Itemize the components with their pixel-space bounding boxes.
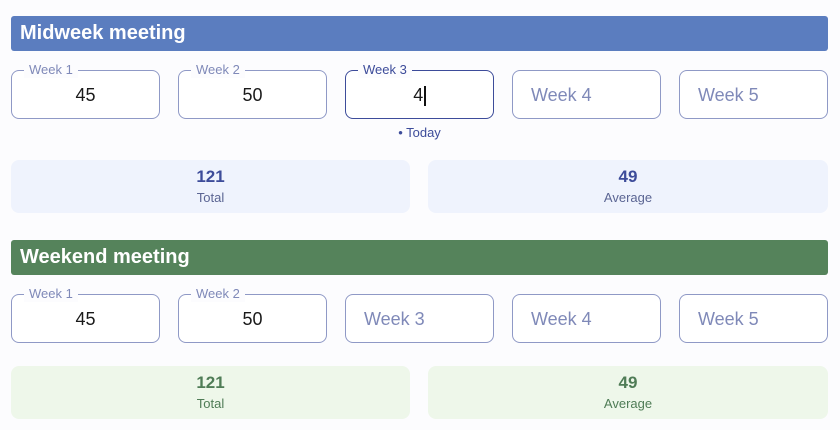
total-value: 121 — [196, 167, 225, 186]
average-value: 49 — [618, 167, 638, 186]
average-label: Average — [603, 396, 653, 411]
weekend-header: Weekend meeting — [11, 240, 828, 275]
field-value: 45 — [75, 85, 96, 105]
midweek-week-3-input[interactable]: Week 34 — [345, 62, 494, 120]
field-value: 4 — [346, 71, 493, 120]
field-value-text: 4 — [413, 85, 424, 105]
average-label: Average — [603, 190, 653, 205]
text-caret — [424, 86, 426, 107]
midweek-week-1-input[interactable]: Week 1 45 — [11, 62, 160, 119]
today-indicator: • Today — [398, 125, 441, 140]
total-value: 121 — [196, 373, 225, 392]
field-placeholder: Week 4 — [531, 309, 592, 329]
weekend-week-5-input[interactable]: Week 5 — [679, 294, 828, 343]
field-value: 50 — [242, 309, 263, 329]
weekend-section: Weekend meeting Week 1 45 Week 2 50 Week 3… — [11, 240, 828, 419]
midweek-week-5-input[interactable]: Week 5 — [679, 70, 828, 119]
midweek-section: Midweek meeting Week 1 45 Week 2 50 Week 3… — [11, 16, 828, 213]
average-value: 49 — [618, 373, 638, 392]
midweek-average-card: 49 Average — [428, 160, 828, 213]
midweek-total-card: 121 Total — [11, 160, 410, 213]
field-placeholder: Week 5 — [698, 309, 759, 329]
weekend-week-4-input[interactable]: Week 4 — [512, 294, 661, 343]
field-value: 45 — [75, 309, 96, 329]
field-placeholder: Week 3 — [364, 309, 425, 329]
field-placeholder: Week 5 — [698, 85, 759, 105]
weekend-week-2-input[interactable]: Week 2 50 — [178, 286, 327, 343]
total-label: Total — [196, 396, 225, 411]
midweek-week-4-input[interactable]: Week 4 — [512, 70, 661, 119]
field-value: 50 — [242, 85, 263, 105]
weekend-total-card: 121 Total — [11, 366, 410, 419]
midweek-header: Midweek meeting — [11, 16, 828, 51]
midweek-week-2-input[interactable]: Week 2 50 — [178, 62, 327, 119]
field-placeholder: Week 4 — [531, 85, 592, 105]
weekend-week-1-input[interactable]: Week 1 45 — [11, 286, 160, 343]
total-label: Total — [196, 190, 225, 205]
weekend-week-3-input[interactable]: Week 3 — [345, 294, 494, 343]
weekend-average-card: 49 Average — [428, 366, 828, 419]
